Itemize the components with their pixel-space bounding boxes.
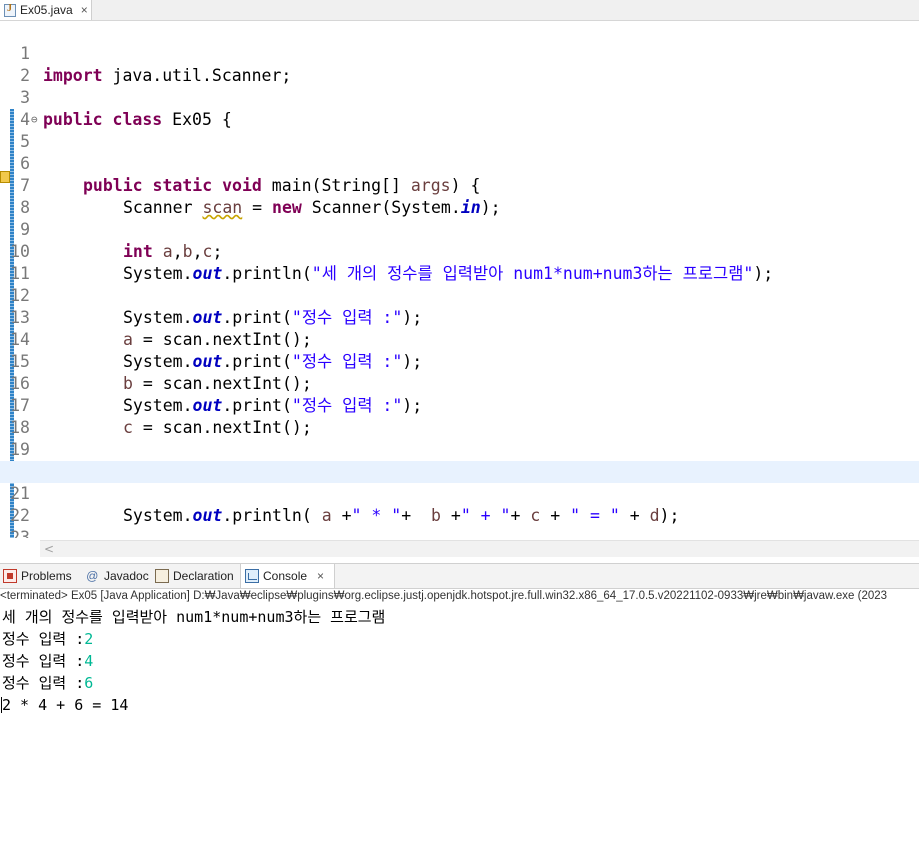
code-line: 14 System.out.print("정수 입력 :"); [0, 307, 919, 371]
code-line: 23 [0, 505, 919, 538]
editor-tab-ex05[interactable]: Ex05.java × [0, 0, 92, 20]
code-line: 10 System.out.println("세 개의 정수를 입력받아 num… [0, 219, 919, 283]
code-line: 16 System.out.print("정수 입력 :"); [0, 351, 919, 415]
console-line: 정수 입력 :2 [2, 630, 94, 648]
current-code-line: 21 System.out.println( a +" * "+ b +" + … [0, 461, 919, 525]
code-line: 2 [0, 43, 919, 85]
fold-collapse-icon[interactable]: ⊖ [31, 109, 38, 131]
code-line: 12 System.out.print("정수 입력 :"); [0, 263, 919, 327]
console-line: 정수 입력 :4 [2, 652, 94, 670]
view-tabbar: Problems @ Javadoc Declaration Console × [0, 563, 919, 589]
tab-declaration[interactable]: Declaration [155, 564, 234, 588]
tab-problems-label: Problems [21, 569, 72, 583]
code-line: 5 ⊖ public static void main(String[] arg… [0, 109, 919, 195]
code-line: 9 int a,b,c; [0, 197, 919, 261]
tab-declaration-label: Declaration [173, 569, 234, 583]
editor-tabbar: Ex05.java × [0, 0, 919, 21]
console-user-input: 6 [84, 674, 94, 692]
code-line: 13 a = scan.nextInt(); [0, 285, 919, 349]
scroll-left-icon[interactable]: < [44, 541, 54, 557]
console-user-input: 4 [84, 652, 94, 670]
console-icon [245, 569, 259, 583]
code-line: 7 Scanner scan = new Scanner(System.in); [0, 153, 919, 217]
code-line: 4 [0, 87, 919, 129]
console-process-header: <terminated> Ex05 [Java Application] D:₩… [0, 588, 919, 607]
text-caret [1, 697, 2, 713]
tab-console[interactable]: Console × [240, 564, 335, 588]
code-line: 15 b = scan.nextInt(); [0, 329, 919, 393]
code-editor[interactable]: 1 import java.util.Scanner; 2 3 public c… [0, 21, 919, 538]
console-output[interactable]: 세 개의 정수를 입력받아 num1*num+num3하는 프로그램 정수 입력… [0, 606, 919, 852]
code-line: 18 [0, 395, 919, 437]
code-line: 20 [0, 439, 919, 481]
code-line: 19 int d = a*b+c; [0, 417, 919, 481]
code-line: 6 [0, 131, 919, 173]
code-line: 24 [0, 527, 919, 538]
code-line: 3 public class Ex05 { [0, 65, 919, 129]
code-line: 1 import java.util.Scanner; [0, 21, 919, 85]
horizontal-scrollbar[interactable]: < [40, 540, 919, 557]
tab-console-label: Console [263, 569, 308, 583]
declaration-icon [155, 569, 169, 583]
editor-tab-label: Ex05.java [20, 3, 73, 17]
console-result-line: 2 * 4 + 6 = 14 [2, 696, 129, 714]
tab-javadoc-label: Javadoc [104, 569, 149, 583]
tab-javadoc[interactable]: @ Javadoc [86, 564, 149, 588]
code-line: 8 [0, 175, 919, 217]
close-icon[interactable]: × [81, 3, 88, 17]
console-user-input: 2 [84, 630, 94, 648]
code-line: 11 [0, 241, 919, 283]
java-file-icon [4, 3, 16, 17]
close-icon[interactable]: × [317, 569, 324, 583]
tab-problems[interactable]: Problems [3, 564, 72, 588]
console-line: 세 개의 정수를 입력받아 num1*num+num3하는 프로그램 [2, 608, 386, 626]
code-line: 17 c = scan.nextInt(); [0, 373, 919, 437]
javadoc-icon: @ [86, 569, 99, 583]
console-line: 정수 입력 :6 [2, 674, 94, 692]
problems-icon [3, 569, 17, 583]
code-line: 22 [0, 483, 919, 525]
